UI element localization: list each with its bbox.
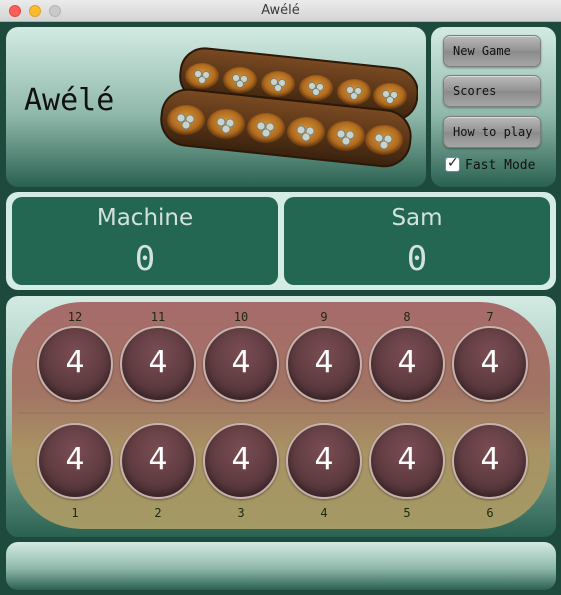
score-panel: Machine 0 Sam 0 xyxy=(6,192,556,290)
fast-mode-label: Fast Mode xyxy=(465,158,536,173)
new-game-button[interactable]: New Game xyxy=(443,35,541,67)
checkmark-icon: ✓ xyxy=(447,155,459,171)
pit-number: 5 xyxy=(403,506,411,520)
pit-9[interactable]: 4 xyxy=(286,326,362,402)
header-panel: Awélé xyxy=(6,27,426,187)
status-panel xyxy=(6,542,556,590)
pit-number: 6 xyxy=(486,506,494,520)
pit-5[interactable]: 4 xyxy=(369,423,445,499)
controls-panel: New Game Scores How to play ✓ Fast Mode xyxy=(431,27,556,187)
pit-1[interactable]: 4 xyxy=(37,423,113,499)
pit-number: 3 xyxy=(237,506,245,520)
awele-board-image xyxy=(160,47,418,168)
app-title: Awélé xyxy=(24,83,115,118)
pit-8[interactable]: 4 xyxy=(369,326,445,402)
window-titlebar: Awélé xyxy=(0,0,561,22)
pit-11[interactable]: 4 xyxy=(120,326,196,402)
pit-3[interactable]: 4 xyxy=(203,423,279,499)
window-title: Awélé xyxy=(261,3,300,18)
pit-number: 9 xyxy=(320,310,328,324)
pit-number: 11 xyxy=(150,310,166,324)
pit-number: 2 xyxy=(154,506,162,520)
pit-6[interactable]: 4 xyxy=(452,423,528,499)
pit-12[interactable]: 4 xyxy=(37,326,113,402)
player-name: Sam xyxy=(391,205,443,231)
board-panel: 12 11 10 9 8 7 4 4 4 4 4 4 4 4 4 4 4 4 1… xyxy=(6,296,556,537)
player-score-value: 0 xyxy=(406,239,428,279)
pit-number: 4 xyxy=(320,506,328,520)
machine-player-name: Machine xyxy=(96,205,194,231)
pit-4[interactable]: 4 xyxy=(286,423,362,499)
machine-score-value: 0 xyxy=(134,239,156,279)
player-score-box: Sam 0 xyxy=(284,197,550,285)
pit-number: 8 xyxy=(403,310,411,324)
scores-button[interactable]: Scores xyxy=(443,75,541,107)
awele-board: 12 11 10 9 8 7 4 4 4 4 4 4 4 4 4 4 4 4 1… xyxy=(12,302,550,529)
row-divider xyxy=(18,412,544,414)
pit-number: 10 xyxy=(233,310,249,324)
pit-2[interactable]: 4 xyxy=(120,423,196,499)
pit-10[interactable]: 4 xyxy=(203,326,279,402)
pit-7[interactable]: 4 xyxy=(452,326,528,402)
fast-mode-toggle[interactable]: ✓ Fast Mode xyxy=(445,155,536,173)
fast-mode-checkbox[interactable]: ✓ xyxy=(445,155,460,172)
machine-score-box: Machine 0 xyxy=(12,197,278,285)
pit-number: 1 xyxy=(71,506,79,520)
how-to-play-button[interactable]: How to play xyxy=(443,116,541,148)
pit-number: 12 xyxy=(67,310,83,324)
pit-number: 7 xyxy=(486,310,494,324)
